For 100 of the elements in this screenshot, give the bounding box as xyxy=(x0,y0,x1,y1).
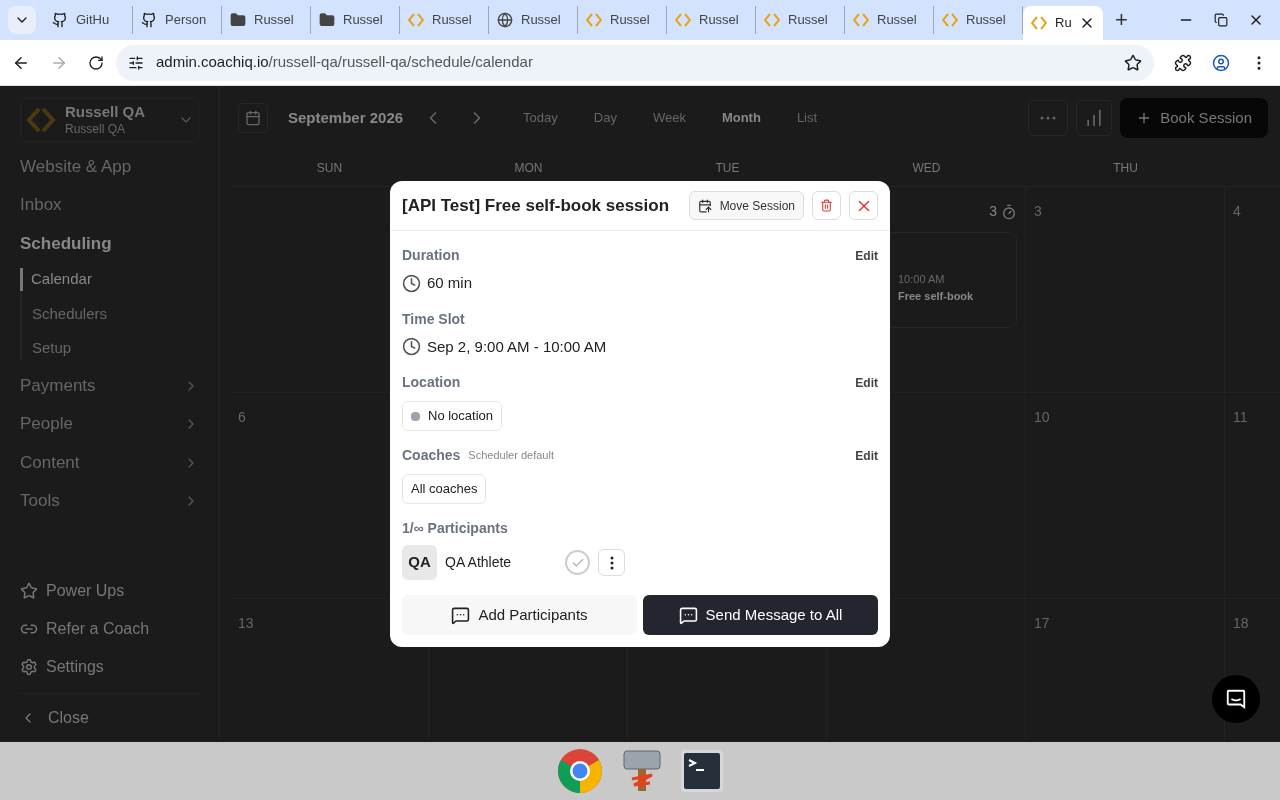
tab-title: Russel xyxy=(432,11,472,30)
bookmark-icon[interactable] xyxy=(1124,53,1142,72)
calendar-icon xyxy=(245,110,261,126)
tab-title: Russel xyxy=(254,11,294,30)
sub-nav-item[interactable]: Setup xyxy=(22,337,199,360)
more-icon xyxy=(609,555,614,570)
favicon-icon xyxy=(586,12,602,28)
close-sidebar-button[interactable]: Close xyxy=(48,706,89,730)
favicon-icon xyxy=(942,12,958,28)
chat-icon xyxy=(1225,688,1247,710)
org-switcher[interactable]: Russell QA Russell QA xyxy=(20,98,199,142)
footer-link[interactable]: Power Ups xyxy=(20,579,199,603)
view-tab[interactable]: List xyxy=(796,108,818,128)
day-cell[interactable]: 3 xyxy=(1026,187,1225,392)
nav-label: Inbox xyxy=(20,194,62,217)
clock-icon xyxy=(402,273,421,293)
edit-link[interactable]: Edit xyxy=(855,246,878,265)
day-number: 18 xyxy=(1233,614,1250,633)
view-tab[interactable]: Month xyxy=(721,108,761,128)
day-number: 3 xyxy=(1034,202,1043,221)
tab-title: Russel xyxy=(343,11,383,30)
nav-label: Tools xyxy=(20,490,60,513)
weekday-header: SUN xyxy=(315,160,344,177)
folder-icon xyxy=(319,12,335,28)
browser-tab[interactable]: Russel xyxy=(489,6,578,34)
restore-icon[interactable] xyxy=(1214,13,1228,27)
nav-item[interactable]: People xyxy=(20,411,199,437)
browser-tab[interactable]: Russel xyxy=(578,6,667,34)
nav-label: Scheduling xyxy=(20,232,112,255)
nav-item[interactable]: Scheduling xyxy=(20,230,199,257)
profile-icon[interactable] xyxy=(1212,53,1230,72)
stats-button[interactable] xyxy=(1076,100,1113,136)
section-value: 60 min xyxy=(427,273,473,293)
nav-item[interactable]: Website & App xyxy=(20,153,199,180)
favicon-icon xyxy=(764,12,780,28)
book-session-button[interactable]: Book Session xyxy=(1120,98,1268,138)
org-name: Russell QA xyxy=(65,103,146,122)
delete-button[interactable] xyxy=(812,191,841,220)
browser-tab[interactable]: Russel xyxy=(845,6,934,34)
browser-tab[interactable]: Ru xyxy=(1023,6,1103,40)
browser-tab[interactable]: Russel xyxy=(756,6,845,34)
dialog-title: [API Test] Free self-book session xyxy=(402,194,670,217)
view-tab[interactable]: Week xyxy=(652,108,686,128)
chat-icon xyxy=(451,605,471,625)
url-text: admin.coachiq.io/russell-qa/russell-qa/schedule/calendar xyxy=(156,52,533,73)
favicon-icon xyxy=(853,12,869,28)
section-note: Scheduler default xyxy=(468,448,554,464)
site-info-icon[interactable] xyxy=(128,54,144,71)
sub-nav-item[interactable]: Calendar xyxy=(20,268,199,291)
date-picker-button[interactable] xyxy=(238,103,268,133)
folder-icon xyxy=(230,12,246,28)
view-tab[interactable]: Day xyxy=(593,108,617,128)
browser-app-icon[interactable] xyxy=(556,747,604,795)
day-cell[interactable]: 11 xyxy=(1225,393,1280,598)
edit-link[interactable]: Edit xyxy=(855,446,878,465)
tab-title: Russel xyxy=(877,11,917,30)
value-chip[interactable]: No location xyxy=(402,401,503,431)
browser-tab[interactable]: Person xyxy=(133,6,222,34)
favicon-icon xyxy=(52,12,68,28)
extensions-icon[interactable] xyxy=(1174,53,1192,72)
reload-icon[interactable] xyxy=(88,54,104,71)
weekday-header: WED xyxy=(911,160,942,177)
footer-label: Settings xyxy=(46,657,104,677)
participant-name: QA Athlete xyxy=(445,553,513,572)
favicon-icon xyxy=(1031,15,1047,31)
browser-tab[interactable]: Russel xyxy=(222,6,311,34)
nav-item[interactable]: Tools xyxy=(20,488,199,514)
tab-title: Russel xyxy=(610,11,650,30)
value-chip[interactable]: All coaches xyxy=(402,474,487,504)
attendance-check[interactable] xyxy=(565,550,590,575)
section-label: Time Slot xyxy=(402,309,465,329)
browser-tab[interactable]: Russel xyxy=(311,6,400,34)
chip-label: No location xyxy=(428,407,494,426)
terminal-app-icon[interactable] xyxy=(680,749,724,793)
nav-item[interactable]: Inbox xyxy=(20,192,199,218)
chat-launcher[interactable] xyxy=(1212,675,1260,723)
sub-nav-item[interactable]: Schedulers xyxy=(22,302,199,326)
nav-item[interactable]: Payments xyxy=(20,372,199,399)
nav-label: Website & App xyxy=(20,155,132,178)
day-cell[interactable]: 10 xyxy=(1026,393,1225,598)
address-bar[interactable]: admin.coachiq.io/russell-qa/russell-qa/schedule/calendar xyxy=(116,44,1154,81)
send-message-button[interactable]: Send Message to All xyxy=(643,595,878,635)
add-participants-button[interactable]: Add Participants xyxy=(402,595,637,635)
footer-link[interactable]: Refer a Coach xyxy=(20,617,199,641)
close-button[interactable] xyxy=(849,191,878,220)
edit-link[interactable]: Edit xyxy=(855,373,878,392)
settings-icon xyxy=(20,658,38,676)
tab-title: Russel xyxy=(966,11,1006,30)
favicon-icon xyxy=(408,12,424,28)
tab-search-button[interactable] xyxy=(8,6,36,34)
new-tab-button[interactable]: + xyxy=(1115,9,1128,31)
view-tab[interactable]: Today xyxy=(523,108,558,128)
chat-icon xyxy=(678,605,698,625)
nav-item[interactable]: Content xyxy=(20,449,199,476)
move-session-button[interactable]: Move Session xyxy=(688,191,804,220)
footer-link[interactable]: Settings xyxy=(20,655,199,679)
day-cell[interactable]: 4 xyxy=(1225,187,1280,392)
browser-tab[interactable]: Russel xyxy=(667,6,756,34)
browser-tab[interactable]: GitHu xyxy=(44,6,133,34)
browser-tab[interactable]: Russel xyxy=(400,6,489,34)
